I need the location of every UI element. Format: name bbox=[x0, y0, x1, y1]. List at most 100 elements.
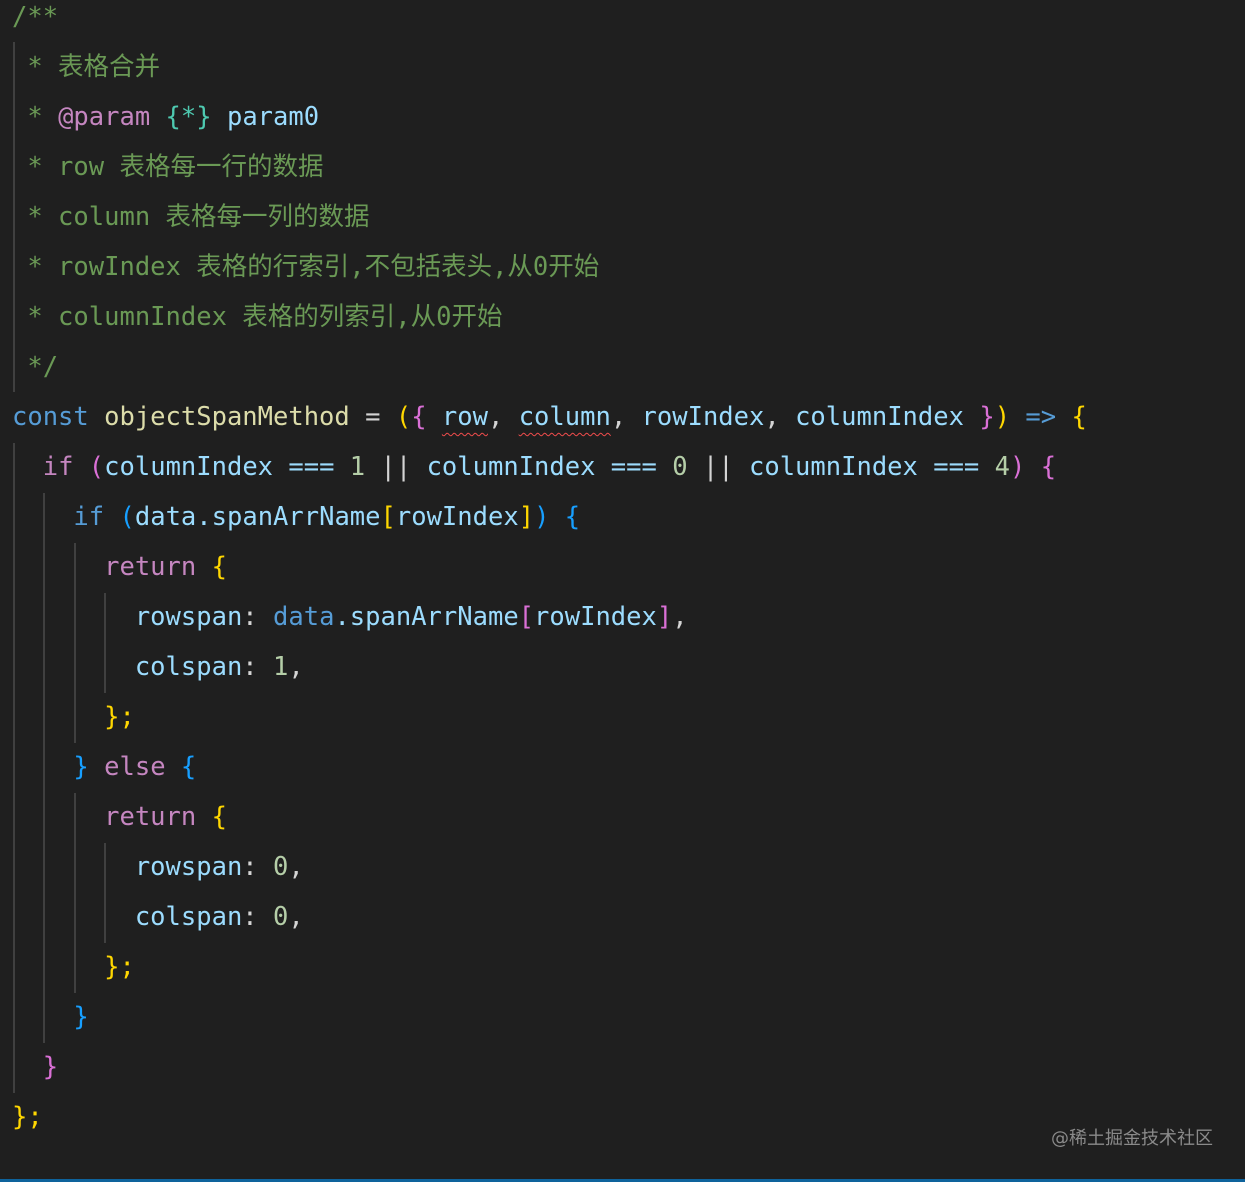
keyword-else: else bbox=[88, 752, 166, 782]
punct: : bbox=[242, 902, 274, 932]
param-rowIndex: rowIndex bbox=[641, 402, 765, 432]
function-name: objectSpanMethod bbox=[104, 402, 350, 432]
keyword-if: if bbox=[73, 502, 105, 532]
identifier: data bbox=[134, 502, 197, 532]
arrow: => bbox=[1010, 402, 1072, 432]
keyword-return: return bbox=[104, 802, 197, 832]
watermark: @稀土掘金技术社区 bbox=[1051, 1128, 1213, 1149]
comment-text: * rowIndex 表格的行索引,不包括表头,从0开始 bbox=[12, 252, 600, 282]
comment-text: * row 表格每一行的数据 bbox=[12, 152, 324, 182]
operator: || bbox=[687, 452, 749, 482]
param-columnIndex: columnIndex bbox=[795, 402, 964, 432]
jsdoc-param-tag: @param bbox=[58, 102, 151, 132]
keyword-const: const bbox=[12, 402, 89, 432]
param-column: column bbox=[518, 402, 611, 432]
code-line-23[interactable]: }; bbox=[12, 1092, 43, 1142]
code-line-20[interactable]: }; bbox=[12, 942, 135, 992]
code-line-13[interactable]: rowspan: data.spanArrName[rowIndex], bbox=[12, 592, 688, 642]
comment-text: * 表格合并 bbox=[12, 52, 161, 82]
bracket: ( bbox=[73, 452, 105, 482]
code-line-1[interactable]: /** bbox=[12, 0, 58, 42]
code-line-16[interactable]: } else { bbox=[12, 742, 196, 792]
bracket: { bbox=[196, 802, 227, 832]
bracket: { bbox=[411, 402, 427, 432]
bracket: } bbox=[73, 1002, 89, 1032]
comment-star: * bbox=[12, 102, 59, 132]
jsdoc-type: {*} bbox=[165, 102, 212, 132]
code-line-11[interactable]: if (data.spanArrName[rowIndex]) { bbox=[12, 492, 580, 542]
bracket: } bbox=[73, 752, 89, 782]
comment-text: * column 表格每一列的数据 bbox=[12, 202, 370, 232]
operator: || bbox=[365, 452, 427, 482]
property: .spanArrName bbox=[334, 602, 519, 632]
code-line-10[interactable]: if (columnIndex === 1 || columnIndex ===… bbox=[12, 442, 1056, 492]
punct: , bbox=[764, 402, 796, 432]
code-line-9[interactable]: const objectSpanMethod = ({ row, column,… bbox=[12, 392, 1087, 442]
code-line-12[interactable]: return { bbox=[12, 542, 227, 592]
bracket: { bbox=[1025, 452, 1057, 482]
property-key: rowspan bbox=[134, 852, 243, 882]
identifier: rowIndex bbox=[534, 602, 657, 632]
bracket: ] bbox=[518, 502, 535, 532]
number: 4 bbox=[994, 452, 1010, 482]
bracket: ) bbox=[534, 502, 550, 532]
operator: = bbox=[349, 402, 396, 432]
code-line-8[interactable]: */ bbox=[12, 342, 58, 392]
punct: , bbox=[672, 602, 688, 632]
number: 1 bbox=[349, 452, 366, 482]
code-line-7[interactable]: * columnIndex 表格的列索引,从0开始 bbox=[12, 292, 503, 342]
bracket: { bbox=[549, 502, 581, 532]
condition: columnIndex === bbox=[426, 452, 673, 482]
bracket: [ bbox=[380, 502, 396, 532]
code-line-14[interactable]: colspan: 1, bbox=[12, 642, 304, 692]
bracket: ( bbox=[395, 402, 412, 432]
bracket: { bbox=[196, 552, 227, 582]
code-line-18[interactable]: rowspan: 0, bbox=[12, 842, 304, 892]
punct: , bbox=[487, 402, 519, 432]
punct: , bbox=[610, 402, 642, 432]
bracket: } bbox=[963, 402, 995, 432]
bracket: ] bbox=[656, 602, 673, 632]
punct: : bbox=[242, 602, 274, 632]
code-line-6[interactable]: * rowIndex 表格的行索引,不包括表头,从0开始 bbox=[12, 242, 599, 292]
identifier: rowIndex bbox=[395, 502, 519, 532]
code-line-15[interactable]: }; bbox=[12, 692, 135, 742]
bracket: ) bbox=[1010, 452, 1026, 482]
code-editor[interactable]: /** * 表格合并 * @param {*} param0 * row 表格每… bbox=[0, 0, 1245, 1182]
property-key: colspan bbox=[134, 902, 243, 932]
code-line-4[interactable]: * row 表格每一行的数据 bbox=[12, 142, 323, 192]
comment-open: /** bbox=[12, 2, 59, 32]
code-line-19[interactable]: colspan: 0, bbox=[12, 892, 304, 942]
bracket: { bbox=[1071, 402, 1087, 432]
keyword-return: return bbox=[104, 552, 197, 582]
keyword-if: if bbox=[42, 452, 74, 482]
bracket: }; bbox=[12, 1102, 43, 1132]
punct: , bbox=[288, 902, 304, 932]
number: 0 bbox=[273, 902, 289, 932]
jsdoc-param-name: param0 bbox=[211, 102, 320, 132]
code-line-2[interactable]: * 表格合并 bbox=[12, 42, 160, 92]
number: 1 bbox=[273, 652, 289, 682]
code-line-22[interactable]: } bbox=[12, 1042, 58, 1092]
punct: , bbox=[288, 852, 304, 882]
code-line-21[interactable]: } bbox=[12, 992, 89, 1042]
condition: columnIndex === bbox=[104, 452, 350, 482]
property: .spanArrName bbox=[196, 502, 381, 532]
code-line-17[interactable]: return { bbox=[12, 792, 227, 842]
bracket: }; bbox=[104, 952, 135, 982]
code-line-3[interactable]: * @param {*} param0 bbox=[12, 92, 319, 142]
punct: : bbox=[242, 652, 274, 682]
punct: : bbox=[242, 852, 274, 882]
code-line-5[interactable]: * column 表格每一列的数据 bbox=[12, 192, 370, 242]
bracket: { bbox=[165, 752, 197, 782]
condition: columnIndex === bbox=[749, 452, 995, 482]
comment-close: */ bbox=[12, 352, 59, 382]
bracket: ( bbox=[104, 502, 135, 532]
number: 0 bbox=[273, 852, 289, 882]
bracket: } bbox=[42, 1052, 59, 1082]
number: 0 bbox=[672, 452, 688, 482]
punct: , bbox=[288, 652, 304, 682]
bracket: [ bbox=[518, 602, 535, 632]
comment-text: * columnIndex 表格的列索引,从0开始 bbox=[12, 302, 503, 332]
param-row: row bbox=[441, 402, 488, 432]
